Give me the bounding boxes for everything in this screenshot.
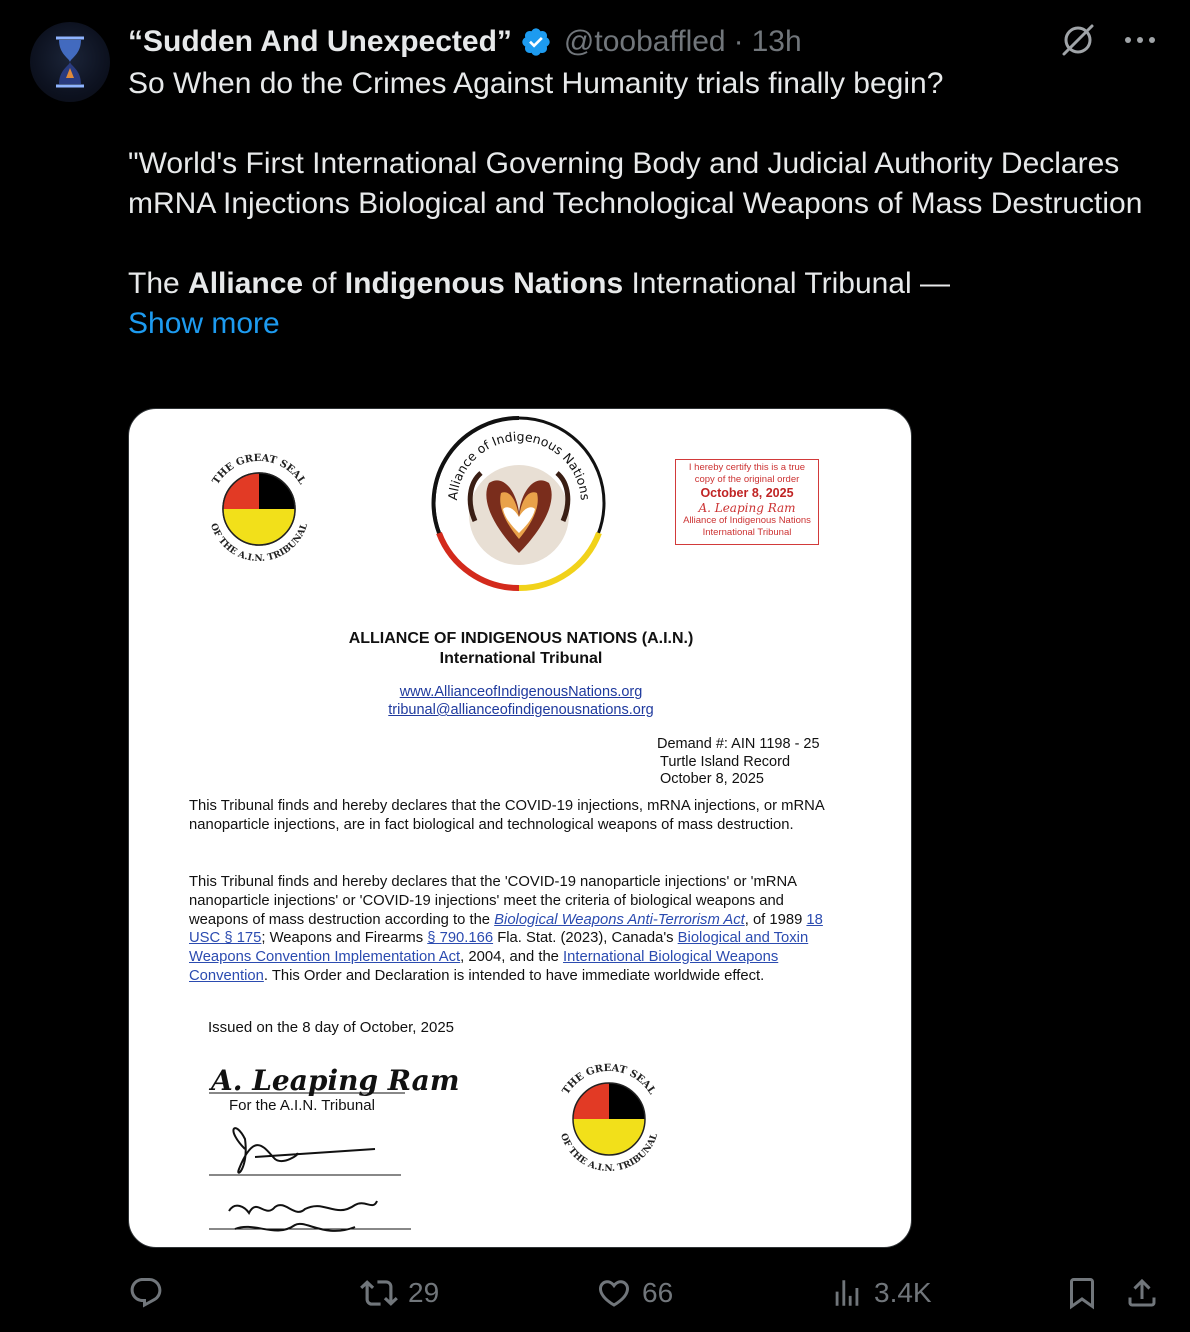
reply-icon xyxy=(130,1278,162,1308)
share-button[interactable] xyxy=(1124,1275,1160,1311)
doc-links: www.AllianceofIndigenousNations.org trib… xyxy=(129,683,911,719)
hourglass-icon xyxy=(56,36,84,88)
great-seal-bottom: THE GREAT SEAL OF THE A.I.N. TRIBUNAL xyxy=(558,1063,660,1174)
reply-button[interactable] xyxy=(128,1275,174,1311)
post-header: “Sudden And Unexpected” @toobaffled · 13… xyxy=(128,22,802,62)
show-more-link[interactable]: Show more xyxy=(128,304,1168,344)
doc-website: www.AllianceofIndigenousNations.org xyxy=(399,684,643,700)
post-body: The Alliance of Indigenous Nations Inter… xyxy=(128,267,950,300)
share-icon xyxy=(1128,1278,1156,1307)
post-line-1: So When do the Crimes Against Humanity t… xyxy=(128,67,944,100)
post-text: So When do the Crimes Against Humanity t… xyxy=(128,64,1168,344)
doc-paragraph-1: This Tribunal finds and hereby declares … xyxy=(189,798,824,833)
like-button[interactable]: 66 xyxy=(596,1275,673,1311)
action-bar: 29 66 3.4K xyxy=(128,1268,1168,1318)
avatar[interactable] xyxy=(30,22,110,102)
great-seal-top: THE GREAT SEAL OF THE A.I.N. TRIBUNAL xyxy=(208,453,310,564)
signature-scribbles xyxy=(209,1092,411,1232)
views-count: 3.4K xyxy=(874,1277,932,1308)
post-quote: "World's First International Governing B… xyxy=(128,147,1143,220)
handle[interactable]: @toobaffled xyxy=(564,25,726,59)
bookmark-icon xyxy=(1070,1278,1094,1310)
grok-icon[interactable] xyxy=(1058,20,1098,60)
doc-demand: Demand #: AIN 1198 - 25 Turtle Island Re… xyxy=(657,736,820,787)
display-name[interactable]: “Sudden And Unexpected” xyxy=(128,25,512,59)
top-icons xyxy=(1058,20,1160,60)
bookmark-button[interactable] xyxy=(1064,1275,1100,1311)
repost-icon xyxy=(360,1280,398,1306)
certification-stamp: I hereby certify this is a true copy of … xyxy=(675,459,819,545)
verified-badge-icon xyxy=(520,26,552,58)
alliance-logo: Alliance of Indigenous Nations xyxy=(431,415,606,592)
heart-icon xyxy=(598,1280,630,1307)
post-image[interactable]: THE GREAT SEAL OF THE A.I.N. TRIBUNAL Al… xyxy=(128,408,912,1248)
separator: · xyxy=(733,25,744,58)
timestamp[interactable]: 13h xyxy=(752,25,802,59)
views-button[interactable]: 3.4K xyxy=(830,1276,932,1310)
views-icon xyxy=(835,1280,859,1306)
more-options-icon[interactable] xyxy=(1120,20,1160,60)
repost-count: 29 xyxy=(408,1277,440,1308)
like-count: 66 xyxy=(642,1277,674,1308)
doc-org-title: ALLIANCE OF INDIGENOUS NATIONS (A.I.N.) … xyxy=(348,630,694,667)
doc-email: tribunal@allianceofindigenousnations.org xyxy=(388,702,654,718)
doc-paragraph-2: This Tribunal finds and hereby declares … xyxy=(189,874,823,984)
repost-button[interactable]: 29 xyxy=(360,1274,439,1312)
doc-issued: Issued on the 8 day of October, 2025 xyxy=(208,1019,455,1036)
